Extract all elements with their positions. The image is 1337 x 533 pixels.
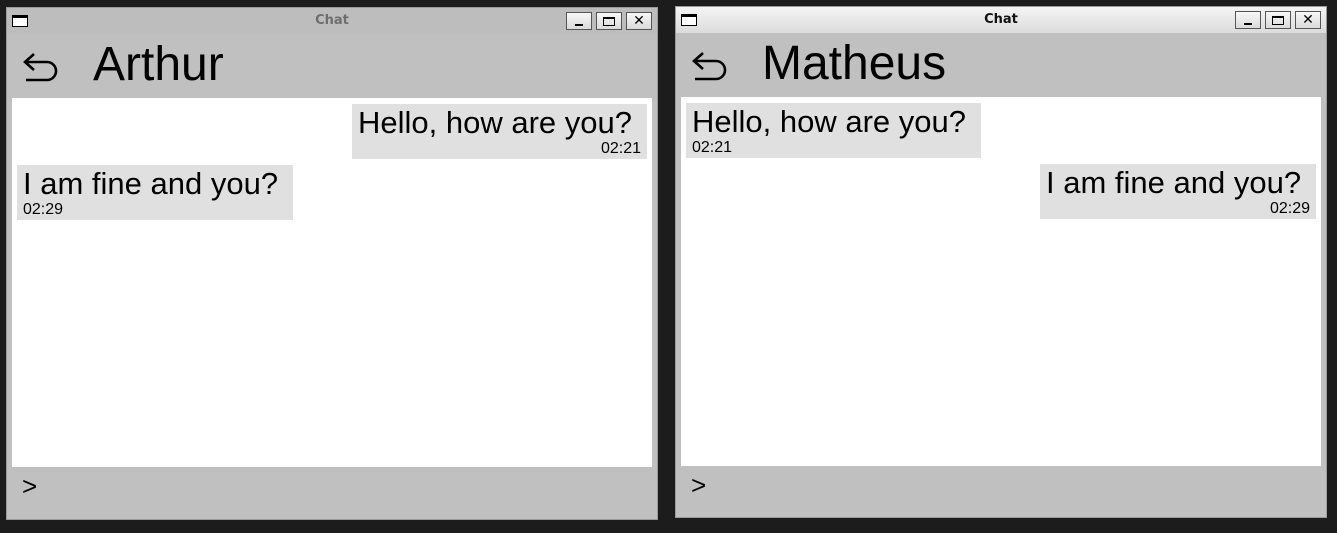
message-bubble-sent: I am fine and you? 02:29 xyxy=(1040,164,1316,219)
back-arrow-icon[interactable] xyxy=(20,48,60,88)
maximize-button[interactable] xyxy=(1265,11,1291,29)
close-icon: ✕ xyxy=(633,13,645,29)
send-button[interactable]: > xyxy=(22,471,37,502)
close-button[interactable]: ✕ xyxy=(626,12,652,30)
chat-header: Arthur xyxy=(12,34,652,98)
message-time: 02:21 xyxy=(692,139,733,156)
window-controls: ✕ xyxy=(1235,11,1321,29)
message-text: Hello, how are you? xyxy=(692,104,966,139)
maximize-button[interactable] xyxy=(596,12,622,30)
minimize-button[interactable] xyxy=(566,12,592,30)
message-input-area[interactable]: > xyxy=(12,467,652,515)
message-input-area[interactable]: > xyxy=(681,466,1321,514)
contact-name: Arthur xyxy=(93,38,224,91)
chat-header: Matheus xyxy=(681,33,1321,97)
message-list[interactable]: Hello, how are you? 02:21 I am fine and … xyxy=(12,98,652,467)
message-time: 02:29 xyxy=(1269,200,1310,217)
title-bar[interactable]: Chat ✕ xyxy=(7,8,657,34)
close-icon: ✕ xyxy=(1302,12,1314,28)
message-list[interactable]: Hello, how are you? 02:21 I am fine and … xyxy=(681,97,1321,466)
message-text: I am fine and you? xyxy=(1046,165,1302,200)
contact-name: Matheus xyxy=(762,37,947,90)
window-controls: ✕ xyxy=(566,12,652,30)
desktop: Chat ✕ Arthur Hello, how are you? 02:21 … xyxy=(0,0,1337,533)
window-title: Chat xyxy=(315,13,349,28)
window-title: Chat xyxy=(984,12,1018,27)
message-time: 02:21 xyxy=(600,140,641,157)
message-bubble-received: I am fine and you? 02:29 xyxy=(17,165,293,220)
message-bubble-sent: Hello, how are you? 02:21 xyxy=(352,104,647,159)
maximize-icon xyxy=(1272,15,1284,25)
back-arrow-icon[interactable] xyxy=(689,47,729,87)
minimize-icon xyxy=(1244,22,1252,25)
send-button[interactable]: > xyxy=(691,470,706,501)
message-time: 02:29 xyxy=(23,201,64,218)
chat-window-matheus: Chat ✕ Matheus Hello, how are you? 02:21… xyxy=(675,6,1327,518)
title-bar[interactable]: Chat ✕ xyxy=(676,7,1326,33)
message-bubble-received: Hello, how are you? 02:21 xyxy=(686,103,981,158)
minimize-icon xyxy=(575,23,583,26)
chat-window-arthur: Chat ✕ Arthur Hello, how are you? 02:21 … xyxy=(6,7,658,520)
message-text: I am fine and you? xyxy=(23,166,279,201)
minimize-button[interactable] xyxy=(1235,11,1261,29)
message-text: Hello, how are you? xyxy=(358,105,632,140)
close-button[interactable]: ✕ xyxy=(1295,11,1321,29)
maximize-icon xyxy=(603,16,615,26)
